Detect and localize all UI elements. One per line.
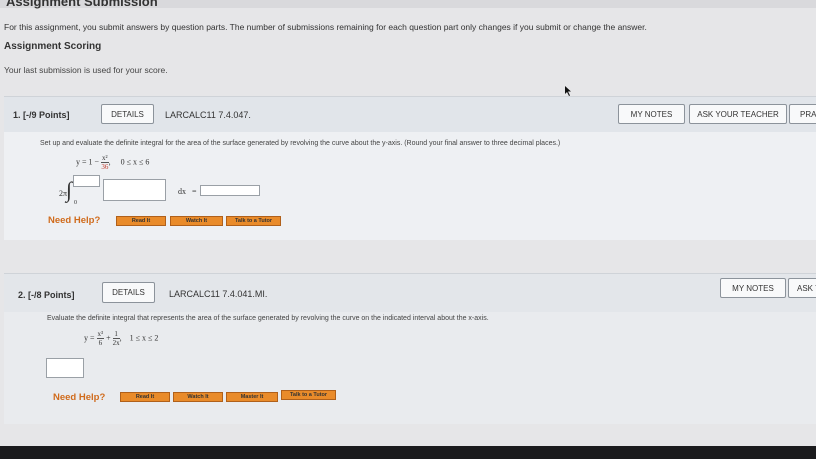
question-2-frac1-numerator: x³ — [96, 330, 105, 339]
question-1-details-button[interactable]: DETAILS — [101, 104, 154, 124]
question-1-talk-to-tutor-button[interactable]: Talk to a Tutor — [226, 216, 281, 226]
question-2-prompt: Evaluate the definite integral that repr… — [47, 315, 489, 322]
question-1-equation: y = 1 − x² 36 , 0 ≤ x ≤ 6 — [76, 154, 149, 171]
question-2-header: 2. [-/8 Points] DETAILS LARCALC11 7.4.04… — [4, 274, 816, 312]
question-2-frac1-denominator: 6 — [98, 339, 103, 347]
question-2-points: [-/8 Points] — [28, 290, 75, 300]
question-1-my-notes-button[interactable]: MY NOTES — [618, 104, 685, 124]
question-1-dx: dx — [178, 187, 186, 196]
mouse-cursor-icon — [565, 86, 571, 96]
question-2-equation: y = x³ 6 + 1 2x , 1 ≤ x ≤ 2 — [84, 330, 158, 347]
question-1-integrand-input[interactable] — [103, 179, 166, 201]
question-1-ask-teacher-button[interactable]: ASK YOUR TEACHER — [689, 104, 787, 124]
question-2-master-it-button[interactable]: Master It — [226, 392, 278, 402]
question-1-frac-denominator: 36 — [101, 163, 109, 171]
question-2-watch-it-button[interactable]: Watch It — [173, 392, 223, 402]
question-2: 2. [-/8 Points] DETAILS LARCALC11 7.4.04… — [4, 273, 816, 424]
question-2-interval: 1 ≤ x ≤ 2 — [129, 333, 159, 343]
assignment-scoring-heading: Assignment Scoring — [4, 41, 102, 52]
question-2-answer-input[interactable] — [46, 358, 84, 378]
question-2-frac2-denominator: 2x — [112, 339, 120, 347]
question-2-frac2-numerator: 1 — [112, 330, 120, 339]
question-1-integral-sign: ∫ — [66, 177, 73, 202]
top-strip: Assignment Submission — [0, 0, 816, 9]
question-1-interval: 0 ≤ x ≤ 6 — [120, 157, 150, 167]
question-2-plus: + — [106, 333, 111, 343]
question-1-eq-lhs: y = 1 − — [76, 157, 100, 167]
question-1-need-help: Need Help? — [48, 215, 101, 226]
question-1-reference: LARCALC11 7.4.047. — [165, 110, 251, 120]
question-1-watch-it-button[interactable]: Watch It — [170, 216, 223, 226]
question-1-frac-numerator: x² — [101, 154, 109, 163]
submission-intro-text: For this assignment, you submit answers … — [4, 22, 647, 32]
question-2-read-it-button[interactable]: Read It — [120, 392, 170, 402]
question-2-my-notes-button[interactable]: MY NOTES — [720, 278, 786, 298]
question-1-prompt: Set up and evaluate the definite integra… — [40, 140, 561, 147]
last-submission-text: Your last submission is used for your sc… — [4, 65, 168, 75]
question-2-fraction-2: 1 2x — [112, 330, 120, 347]
question-1-eq-comma: , — [108, 157, 111, 167]
question-2-eq-lhs: y = — [84, 333, 95, 343]
question-1-equals: = — [192, 187, 197, 196]
question-1-upper-limit-input[interactable] — [73, 175, 100, 187]
question-1-fraction: x² 36 — [101, 154, 109, 171]
question-2-talk-to-tutor-button[interactable]: Talk to a Tutor — [281, 390, 336, 400]
question-2-eq-comma: , — [119, 333, 122, 343]
question-1-practice-another-button[interactable]: PRACTICE ANOTHER — [789, 104, 816, 124]
question-2-reference: LARCALC11 7.4.041.MI. — [169, 289, 268, 299]
question-1-header: 1. [-/9 Points] DETAILS LARCALC11 7.4.04… — [4, 97, 816, 132]
question-2-number: 2. — [18, 290, 26, 300]
question-1-points: [-/9 Points] — [23, 110, 70, 120]
question-2-need-help: Need Help? — [53, 392, 106, 403]
question-2-ask-teacher-button[interactable]: ASK YOUR TEACHER — [788, 278, 816, 298]
bottom-bezel — [0, 446, 816, 459]
question-1-read-it-button[interactable]: Read It — [116, 216, 166, 226]
assignment-submission-title: Assignment Submission — [6, 0, 158, 9]
question-1-number: 1. — [13, 110, 21, 120]
question-2-fraction-1: x³ 6 — [96, 330, 105, 347]
question-1: 1. [-/9 Points] DETAILS LARCALC11 7.4.04… — [4, 96, 816, 240]
question-2-details-button[interactable]: DETAILS — [102, 282, 155, 303]
question-1-lower-limit: 0 — [74, 200, 77, 206]
question-1-answer-input[interactable] — [200, 185, 260, 196]
